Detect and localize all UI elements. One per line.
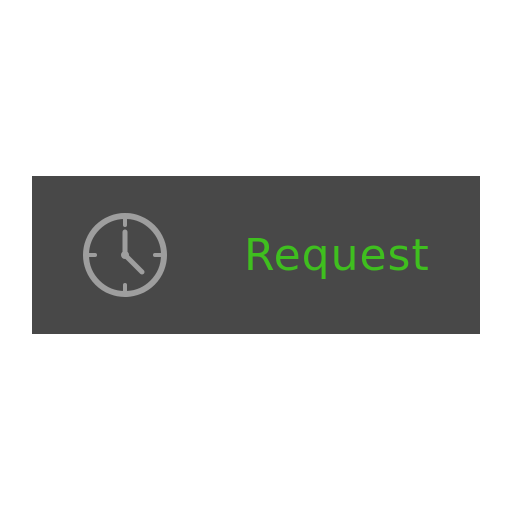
clock-icon <box>80 210 170 300</box>
page-canvas: Request <box>0 0 512 512</box>
request-button-label: Request <box>244 230 430 281</box>
